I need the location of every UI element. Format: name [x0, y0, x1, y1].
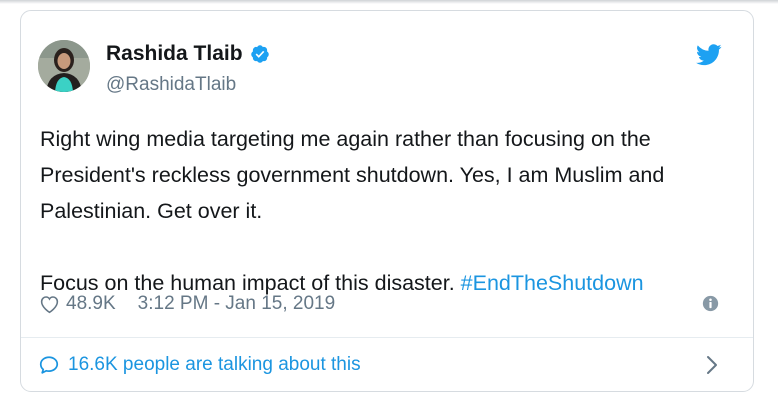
author-name[interactable]: Rashida Tlaib [106, 41, 243, 67]
like-count[interactable]: 48.9K [66, 292, 116, 316]
divider [21, 337, 753, 338]
hashtag-link[interactable]: #EndTheShutdown [461, 271, 644, 295]
timestamp[interactable]: 3:12 PM - Jan 15, 2019 [138, 292, 336, 316]
avatar[interactable] [38, 40, 90, 92]
twitter-bird-icon[interactable] [696, 44, 722, 66]
author-handle[interactable]: @RashidaTlaib [106, 73, 236, 97]
author-name-row[interactable]: Rashida Tlaib [106, 41, 270, 67]
verified-badge-icon [250, 45, 269, 63]
tweet-text: Right wing media targeting me again rath… [40, 121, 740, 301]
tweet-paragraph: Right wing media targeting me again rath… [40, 127, 665, 223]
chevron-right-icon[interactable] [706, 355, 718, 375]
conversation-link[interactable]: 16.6K people are talking about this [38, 353, 361, 377]
page-top-shadow [0, 0, 778, 4]
speech-bubble-icon [39, 356, 59, 374]
conversation-count-text[interactable]: 16.6K people are talking about this [68, 353, 361, 377]
tweet-meta: 48.9K 3:12 PM - Jan 15, 2019 [39, 292, 335, 316]
tweet-card[interactable]: Rashida Tlaib @RashidaTlaib Right wing m… [20, 10, 754, 392]
heart-icon[interactable] [39, 294, 60, 314]
info-icon[interactable] [702, 295, 719, 312]
